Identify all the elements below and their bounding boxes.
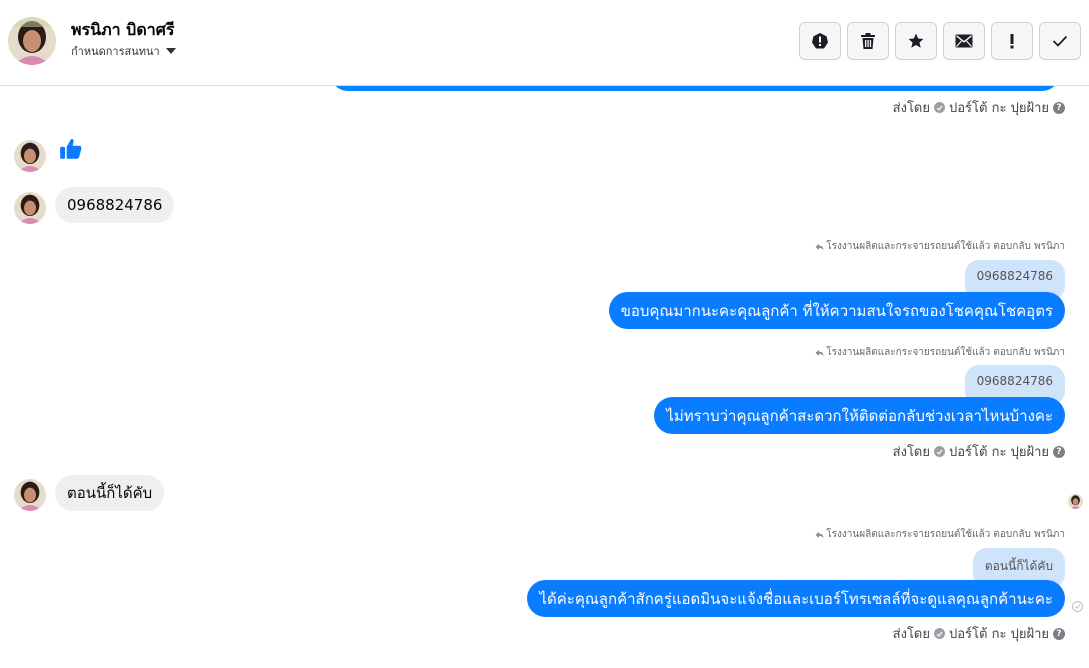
reply-meta-text: โรงงานผลิตและกระจายรถยนต์ใช้แล้ว ตอบกลับ… [826, 347, 1065, 358]
sender-avatar [14, 479, 46, 511]
help-icon[interactable]: ? [1053, 627, 1065, 640]
sender-avatar [14, 140, 46, 172]
conversation-toolbar [799, 22, 1081, 60]
outgoing-message-bubble [330, 86, 1060, 91]
reply-meta: โรงงานผลิตและกระจายรถยนต์ใช้แล้ว ตอบกลับ… [815, 239, 1065, 254]
reply-meta-text: โรงงานผลิตและกระจายรถยนต์ใช้แล้ว ตอบกลับ… [826, 241, 1065, 252]
checkmark-icon [1052, 35, 1068, 47]
outgoing-message[interactable]: ได้ค่ะคุณลูกค้าสักครู่แอดมินจะแจ้งชื่อแล… [527, 580, 1065, 617]
check-circle-icon [934, 446, 945, 457]
exclamation-icon [1010, 34, 1014, 49]
trash-icon [861, 33, 875, 49]
outgoing-message[interactable]: ไม่ทราบว่าคุณลูกค้าสะดวกให้ติดต่อกลับช่ว… [654, 397, 1065, 434]
reply-meta: โรงงานผลิตและกระจายรถยนต์ใช้แล้ว ตอบกลับ… [815, 345, 1065, 360]
thumbs-up-icon [60, 138, 82, 159]
mark-done-button[interactable] [1039, 22, 1081, 60]
star-button[interactable] [895, 22, 937, 60]
sent-by-name: ปอร์โต้ กะ ปุยฝ้าย [949, 101, 1049, 116]
assign-label: กำหนดการสนทนา [71, 45, 160, 58]
alert-circle-icon [812, 33, 828, 49]
delete-button[interactable] [847, 22, 889, 60]
sent-by-line: ส่งโดย ปอร์โต้ กะ ปุยฝ้าย ? [893, 441, 1065, 462]
follow-up-button[interactable] [991, 22, 1033, 60]
sent-by-line: ส่งโดย ปอร์โต้ กะ ปุยฝ้าย ? [893, 623, 1065, 644]
seen-by-avatar [1068, 494, 1083, 509]
conversation-header: พรนิภา บิดาศรี กำหนดการสนทนา [0, 0, 1089, 86]
sent-by-name: ปอร์โต้ กะ ปุยฝ้าย [949, 445, 1049, 460]
contact-avatar[interactable] [8, 17, 56, 65]
mark-spam-button[interactable] [799, 22, 841, 60]
incoming-message[interactable]: ตอนนี้ก็ได้คับ [55, 475, 165, 511]
sent-by-prefix: ส่งโดย [892, 445, 930, 460]
sent-by-prefix: ส่งโดย [892, 627, 930, 642]
outgoing-message[interactable]: ขอบคุณมากนะคะคุณลูกค้า ที่ให้ความสนใจรถข… [608, 292, 1065, 329]
help-icon[interactable]: ? [1053, 445, 1065, 458]
delivered-check-icon [1072, 601, 1083, 612]
incoming-message[interactable]: 0968824786 [55, 187, 175, 223]
sender-avatar [14, 192, 46, 224]
star-icon [908, 33, 924, 48]
check-circle-icon [934, 102, 945, 113]
sent-by-name: ปอร์โต้ กะ ปุยฝ้าย [949, 627, 1049, 642]
envelope-icon [955, 34, 973, 48]
check-circle-icon [934, 628, 945, 639]
caret-down-icon [165, 48, 176, 54]
like-message[interactable] [58, 136, 84, 166]
mark-unread-button[interactable] [943, 22, 985, 60]
help-icon[interactable]: ? [1053, 101, 1065, 114]
contact-name[interactable]: พรนิภา บิดาศรี [71, 18, 174, 43]
reply-meta: โรงงานผลิตและกระจายรถยนต์ใช้แล้ว ตอบกลับ… [815, 527, 1065, 542]
message-thread[interactable]: ส่งโดย ปอร์โต้ กะ ปุยฝ้าย ? 0968824786 โ… [0, 86, 1089, 668]
reply-arrow-icon [815, 531, 824, 538]
reply-meta-text: โรงงานผลิตและกระจายรถยนต์ใช้แล้ว ตอบกลับ… [826, 529, 1065, 540]
reply-arrow-icon [815, 349, 824, 356]
assign-conversation-dropdown[interactable]: กำหนดการสนทนา [71, 42, 176, 60]
sent-by-line: ส่งโดย ปอร์โต้ กะ ปุยฝ้าย ? [893, 97, 1065, 118]
reply-arrow-icon [815, 243, 824, 250]
sent-by-prefix: ส่งโดย [892, 101, 930, 116]
